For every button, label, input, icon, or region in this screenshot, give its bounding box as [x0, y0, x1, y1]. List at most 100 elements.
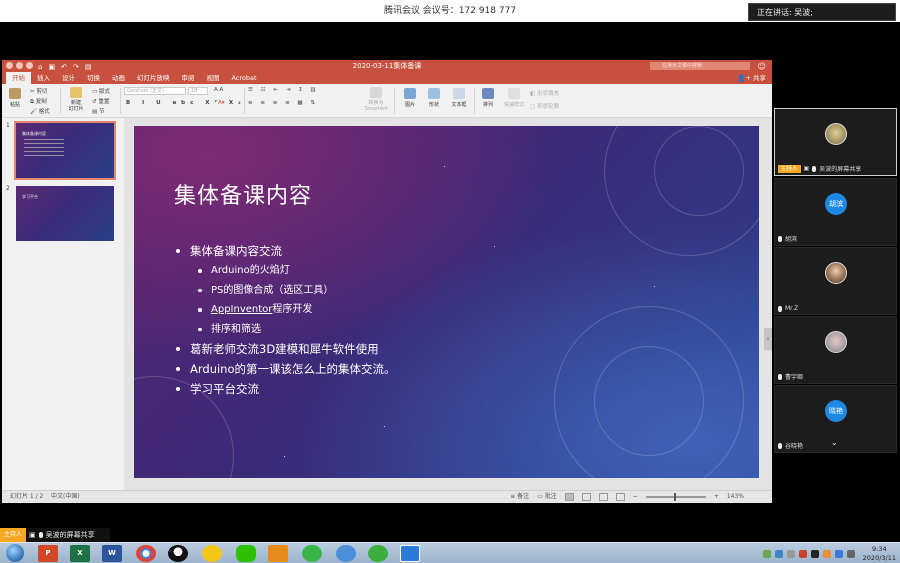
convert-smartart-button[interactable]: 转换为 SmartArt — [362, 87, 390, 112]
comments-button[interactable]: ▭ 批注 — [537, 491, 557, 503]
mic-icon — [812, 165, 817, 172]
notes-button[interactable]: ≡ 备注 — [510, 491, 529, 503]
chevron-down-icon[interactable]: ⌄ — [831, 438, 838, 447]
comments-label: 批注 — [544, 493, 557, 500]
font-color-button[interactable]: A▾ — [218, 100, 225, 106]
paste-button[interactable]: 粘贴 — [6, 88, 24, 108]
participant-tile[interactable]: Mr.Z — [774, 247, 897, 315]
font-size-buttons[interactable]: A A — [214, 87, 223, 93]
app-taskbar-icon[interactable] — [202, 545, 222, 562]
tab-view[interactable]: 视图 — [201, 72, 226, 84]
slideshow-view-icon[interactable] — [615, 493, 625, 501]
zoom-slider[interactable] — [645, 493, 706, 501]
start-button[interactable] — [6, 544, 24, 562]
participant-label: 谷晓艳 — [778, 441, 803, 450]
share-button[interactable]: 👤+ 共享 — [737, 72, 766, 84]
participant-label: 曹宇卿 — [778, 372, 803, 381]
bullet-text: 排序和筛选 — [211, 323, 261, 335]
tab-design[interactable]: 设计 — [56, 72, 81, 84]
excel-taskbar-icon[interactable]: X — [70, 545, 90, 562]
slide-thumbnail-2[interactable]: 学习平台 — [16, 186, 114, 241]
tab-insert[interactable]: 插入 — [31, 72, 56, 84]
copy-label: 复制 — [35, 99, 47, 105]
participant-tile[interactable]: 胡滨 胡滨 — [774, 178, 897, 246]
participant-tile[interactable]: 曹宇卿 — [774, 316, 897, 384]
cut-button[interactable]: ✂ 剪切 — [30, 87, 47, 95]
font-style-buttons[interactable]: B I U abc X² X₂ — [126, 100, 246, 106]
normal-view-icon[interactable] — [564, 493, 574, 501]
zoom-out-button[interactable]: − — [633, 491, 638, 503]
tab-slideshow[interactable]: 幻灯片放映 — [131, 72, 176, 84]
participant-tile[interactable]: 主持人 ▣ 吴波的屏幕共享 — [774, 108, 897, 176]
reset-button[interactable]: ↺ 重置 — [92, 97, 109, 105]
zoom-in-button[interactable]: + — [714, 491, 719, 503]
copy-button[interactable]: ⧉ 复制 — [30, 97, 47, 106]
tab-acrobat[interactable]: Acrobat — [226, 72, 263, 84]
shape-fill-button[interactable]: ◧ 形状填充 — [530, 89, 559, 97]
tencent-meeting-taskbar-icon[interactable] — [400, 545, 420, 562]
participant-name: 吴波的屏幕共享 — [819, 166, 862, 173]
paste-label: 粘贴 — [9, 102, 20, 108]
powerpoint-taskbar-icon[interactable]: P — [38, 545, 58, 562]
wechat-taskbar-icon[interactable] — [236, 545, 256, 562]
textbox-button[interactable]: 文本框 — [448, 88, 470, 108]
picture-button[interactable]: 图片 — [400, 88, 420, 108]
shape-button[interactable]: 形状 — [424, 88, 444, 108]
slide-thumbnail-1[interactable]: 集体备课内容 — [14, 121, 116, 180]
participant-name: 胡滨 — [785, 236, 798, 243]
format-painter-button[interactable]: 🖌 格式 — [30, 107, 50, 115]
shape-outline-button[interactable]: ▢ 形状轮廓 — [530, 102, 559, 110]
tray-icon[interactable] — [774, 549, 783, 558]
tab-transitions[interactable]: 切换 — [81, 72, 106, 84]
arrange-button[interactable]: 排列 — [478, 88, 498, 108]
pane-toggle-chevron-icon[interactable]: › — [764, 328, 772, 350]
chrome-taskbar-icon[interactable] — [136, 545, 156, 562]
align-buttons[interactable]: ≡ ≡ ≡ ≡ ▦ ⇅ — [248, 100, 318, 106]
word-taskbar-icon[interactable]: W — [102, 545, 122, 562]
tray-icon[interactable] — [810, 549, 819, 558]
taskbar: P X W 9:34 2020/3/11 — [0, 542, 900, 563]
xampp-taskbar-icon[interactable] — [268, 545, 288, 562]
reading-view-icon[interactable] — [598, 493, 608, 501]
picture-label: 图片 — [404, 102, 415, 108]
shape-icon — [428, 88, 440, 99]
tab-home[interactable]: 开始 — [6, 72, 31, 84]
avatar: 晓艳 — [825, 400, 847, 422]
language-indicator[interactable]: 中文(中国) — [51, 493, 80, 500]
tray-icon[interactable] — [762, 549, 771, 558]
clock[interactable]: 9:34 2020/3/11 — [863, 545, 896, 563]
app-taskbar-icon[interactable] — [302, 545, 322, 562]
underlined-word: AppInventor — [211, 304, 273, 315]
new-slide-button[interactable]: 新建 幻灯片 — [64, 87, 88, 112]
section-button[interactable]: ▤ 节 — [92, 107, 104, 115]
slide-canvas[interactable]: 集体备课内容 集体备课内容交流 Arduino的火焰灯 PS的图像合成（选区工具… — [134, 126, 759, 478]
zoom-level[interactable]: 143% — [727, 491, 744, 503]
system-tray: 9:34 2020/3/11 — [762, 543, 896, 563]
app-taskbar-icon[interactable] — [368, 545, 388, 562]
mic-icon — [778, 442, 782, 449]
layout-button[interactable]: ▭ 版式 — [92, 87, 110, 95]
slide-title[interactable]: 集体备课内容 — [174, 178, 312, 210]
qq-taskbar-icon[interactable] — [168, 545, 188, 562]
tray-icon[interactable] — [786, 549, 795, 558]
bullet-text: Arduino的第一课该怎么上的集体交流。 — [190, 362, 396, 376]
tab-animations[interactable]: 动画 — [106, 72, 131, 84]
speaking-indicator: 正在讲话: 吴波; — [748, 3, 896, 21]
font-name-select[interactable]: Gentium (正文) — [124, 87, 186, 95]
network-icon[interactable] — [834, 549, 843, 558]
quick-styles-button[interactable]: 快速样式 — [502, 88, 526, 108]
tray-icon[interactable] — [798, 549, 807, 558]
bullet-text: PS的图像合成（选区工具） — [211, 284, 334, 296]
tab-review[interactable]: 审阅 — [176, 72, 201, 84]
volume-icon[interactable] — [846, 549, 855, 558]
new-slide-label: 新建 幻灯片 — [68, 100, 84, 112]
host-badge: 主持人 — [778, 164, 801, 173]
sorter-view-icon[interactable] — [581, 493, 591, 501]
tray-icon[interactable] — [822, 549, 831, 558]
zoom-slider-thumb[interactable] — [673, 493, 676, 501]
font-size-select[interactable]: 18 — [188, 87, 208, 95]
share-bar-text: 吴波的屏幕共享 — [45, 531, 95, 539]
app-taskbar-icon[interactable] — [336, 545, 356, 562]
search-input[interactable]: 在演示文稿中搜索 — [650, 62, 750, 70]
list-buttons[interactable]: ☰ ☷ ⇤ ⇥ ↕ ▥ — [248, 87, 319, 93]
